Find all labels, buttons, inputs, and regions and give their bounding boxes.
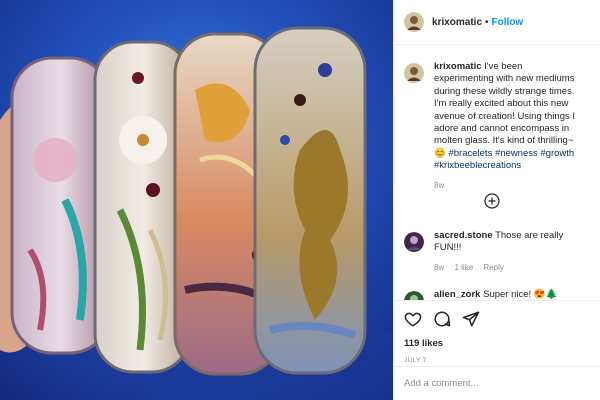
- avatar[interactable]: [404, 291, 424, 300]
- add-comment-input[interactable]: Add a comment...: [394, 366, 600, 400]
- hashtag-link[interactable]: #bracelets: [448, 148, 492, 159]
- comment-meta: 8w 1 like Reply: [434, 263, 584, 272]
- bracelets-photo: [0, 0, 393, 400]
- caption-emoji: 😊: [434, 147, 446, 159]
- post-date[interactable]: JULY 7: [404, 357, 590, 364]
- add-comment-placeholder: Add a comment...: [404, 378, 479, 389]
- likes-count[interactable]: 119 likes: [404, 338, 590, 349]
- comment-time[interactable]: 8w: [434, 263, 444, 272]
- comments-section[interactable]: krixomatic I've been experimenting with …: [394, 45, 600, 300]
- action-icons: [404, 309, 590, 329]
- comment-username[interactable]: sacred.stone: [434, 230, 493, 241]
- caption-text: krixomatic I've been experimenting with …: [434, 61, 584, 173]
- post-photo[interactable]: [0, 0, 393, 400]
- post-header: krixomatic • Follow: [394, 0, 600, 45]
- caption-time[interactable]: 8w: [434, 181, 444, 190]
- plus-circle-icon[interactable]: [484, 193, 500, 209]
- avatar[interactable]: [404, 232, 424, 252]
- post-side-panel: krixomatic • Follow krixomatic I've been…: [393, 0, 600, 400]
- comment-text: sacred.stone Those are really FUN!!!: [434, 230, 584, 255]
- comment-body: Super nice! 😍🌲: [483, 289, 558, 300]
- caption-row: krixomatic I've been experimenting with …: [404, 61, 590, 190]
- heart-icon[interactable]: [404, 310, 422, 328]
- avatar[interactable]: [404, 63, 424, 83]
- follow-button[interactable]: Follow: [492, 17, 524, 28]
- comment-likes[interactable]: 1 like: [454, 263, 473, 272]
- hashtag-link[interactable]: #newness: [495, 148, 538, 159]
- comment-text: alien_zork Super nice! 😍🌲: [434, 289, 584, 300]
- comment-username[interactable]: alien_zork: [434, 289, 480, 300]
- caption-username[interactable]: krixomatic: [434, 61, 482, 72]
- reply-button[interactable]: Reply: [483, 263, 503, 272]
- comment-row: sacred.stone Those are really FUN!!! 8w …: [404, 230, 584, 272]
- avatar[interactable]: [404, 12, 424, 32]
- caption-meta: 8w: [434, 181, 584, 190]
- instagram-post: krixomatic • Follow krixomatic I've been…: [0, 0, 600, 400]
- comment-row: alien_zork Super nice! 😍🌲: [404, 289, 584, 300]
- comment-icon[interactable]: [433, 310, 451, 328]
- hashtag-link[interactable]: #growth: [540, 148, 574, 159]
- share-icon[interactable]: [462, 310, 480, 328]
- caption-body: I've been experimenting with new mediums…: [434, 61, 576, 147]
- header-username[interactable]: krixomatic: [432, 17, 482, 28]
- hashtag-link[interactable]: #krixbeeblecreations: [434, 160, 521, 171]
- separator-dot: •: [485, 16, 489, 28]
